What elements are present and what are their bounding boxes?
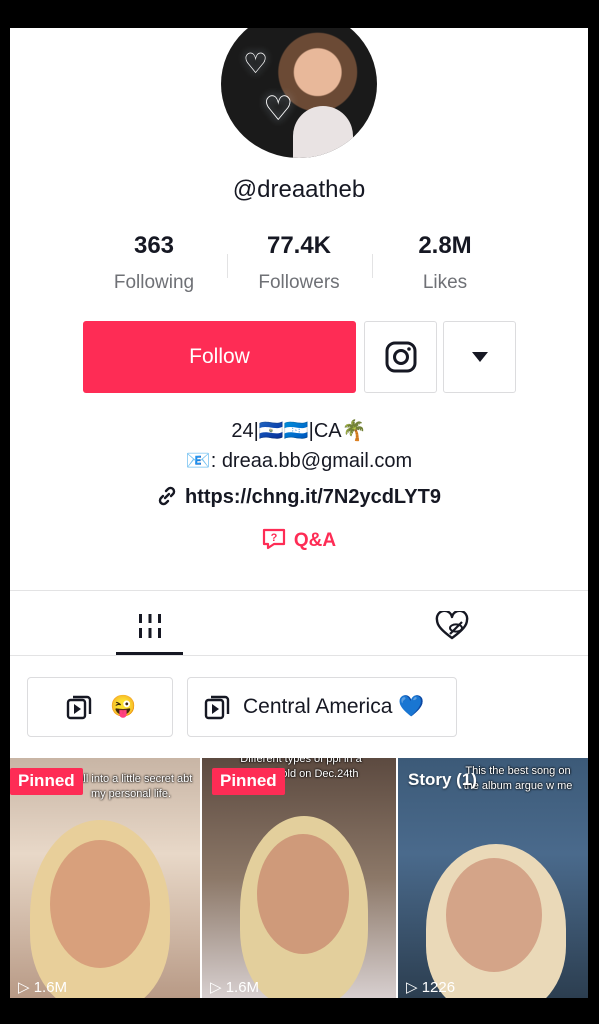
view-count: ▷ 1.6M [18,979,68,996]
follow-button[interactable]: Follow [83,321,356,393]
qa-link[interactable]: ? Q&A [10,528,588,552]
divider [10,655,588,656]
playlist-chip-central-america[interactable]: Central America 💙 [187,677,457,737]
instagram-button[interactable] [364,321,437,393]
playlist-icon [66,695,92,720]
more-options-button[interactable] [443,321,516,393]
qa-label: Q&A [293,530,337,551]
divider [10,590,588,591]
avatar-shirt [293,106,353,158]
link-icon [158,486,176,506]
videos-grid-icon [138,614,161,638]
pinned-badge: Pinned [212,768,285,795]
tab-videos[interactable] [116,600,183,652]
pinned-badge: Pinned [10,768,83,795]
playlist-chip-label: Central America 💙 [243,695,425,718]
bio-link-text: https://chng.it/7N2ycdLYT9 [185,486,441,508]
stat-value: 77.4K [266,232,332,259]
heart-sticker-icon: ♡ [263,90,294,128]
thumbnail-face [50,840,150,968]
bio-email: 📧: dreaa.bb@gmail.com [185,450,413,472]
stat-following[interactable]: 363 Following [81,232,227,294]
liked-hidden-icon [435,611,468,640]
video-caption: y'all into a little secret abt my person… [69,773,193,800]
qa-icon: ? [262,528,285,550]
video-thumbnail[interactable]: Different types of ppl in a Household on… [202,758,396,998]
instagram-icon [385,341,416,373]
thumbnail-face [446,858,542,972]
view-count: ▷ 1.6M [210,979,260,996]
playlist-chip-label: 😜 [110,695,137,718]
stat-value: 363 [133,232,175,259]
stat-label: Followers [258,272,340,293]
playlist-icon [204,695,230,720]
profile-username: @dreaatheb [232,176,366,203]
story-badge: Story (1) [408,770,477,789]
video-thumbnail[interactable]: This the best song on the album argue w … [398,758,588,998]
stat-label: Likes [422,272,468,293]
bio-link[interactable]: https://chng.it/7N2ycdLYT9 [10,486,588,509]
stat-likes[interactable]: 2.8M Likes [372,232,518,294]
bio-line: 24|🇸🇻🇭🇳|CA🌴 [231,420,367,442]
profile-page: ♡ ♡ @dreaatheb 363 Following 77.4K Follo… [10,28,588,998]
video-thumbnail[interactable]: y'all into a little secret abt my person… [10,758,200,998]
svg-text:?: ? [271,532,278,544]
heart-sticker-icon: ♡ [243,48,269,79]
view-count: ▷ 1226 [406,979,456,996]
stat-label: Following [113,272,195,293]
avatar[interactable]: ♡ ♡ [221,28,377,158]
tab-liked[interactable] [418,600,485,652]
dropdown-triangle-icon [471,352,488,362]
thumbnail-face [257,834,349,954]
stat-value: 2.8M [418,232,472,259]
playlist-chip-emoji[interactable]: 😜 [27,677,173,737]
stat-followers[interactable]: 77.4K Followers [226,232,372,294]
